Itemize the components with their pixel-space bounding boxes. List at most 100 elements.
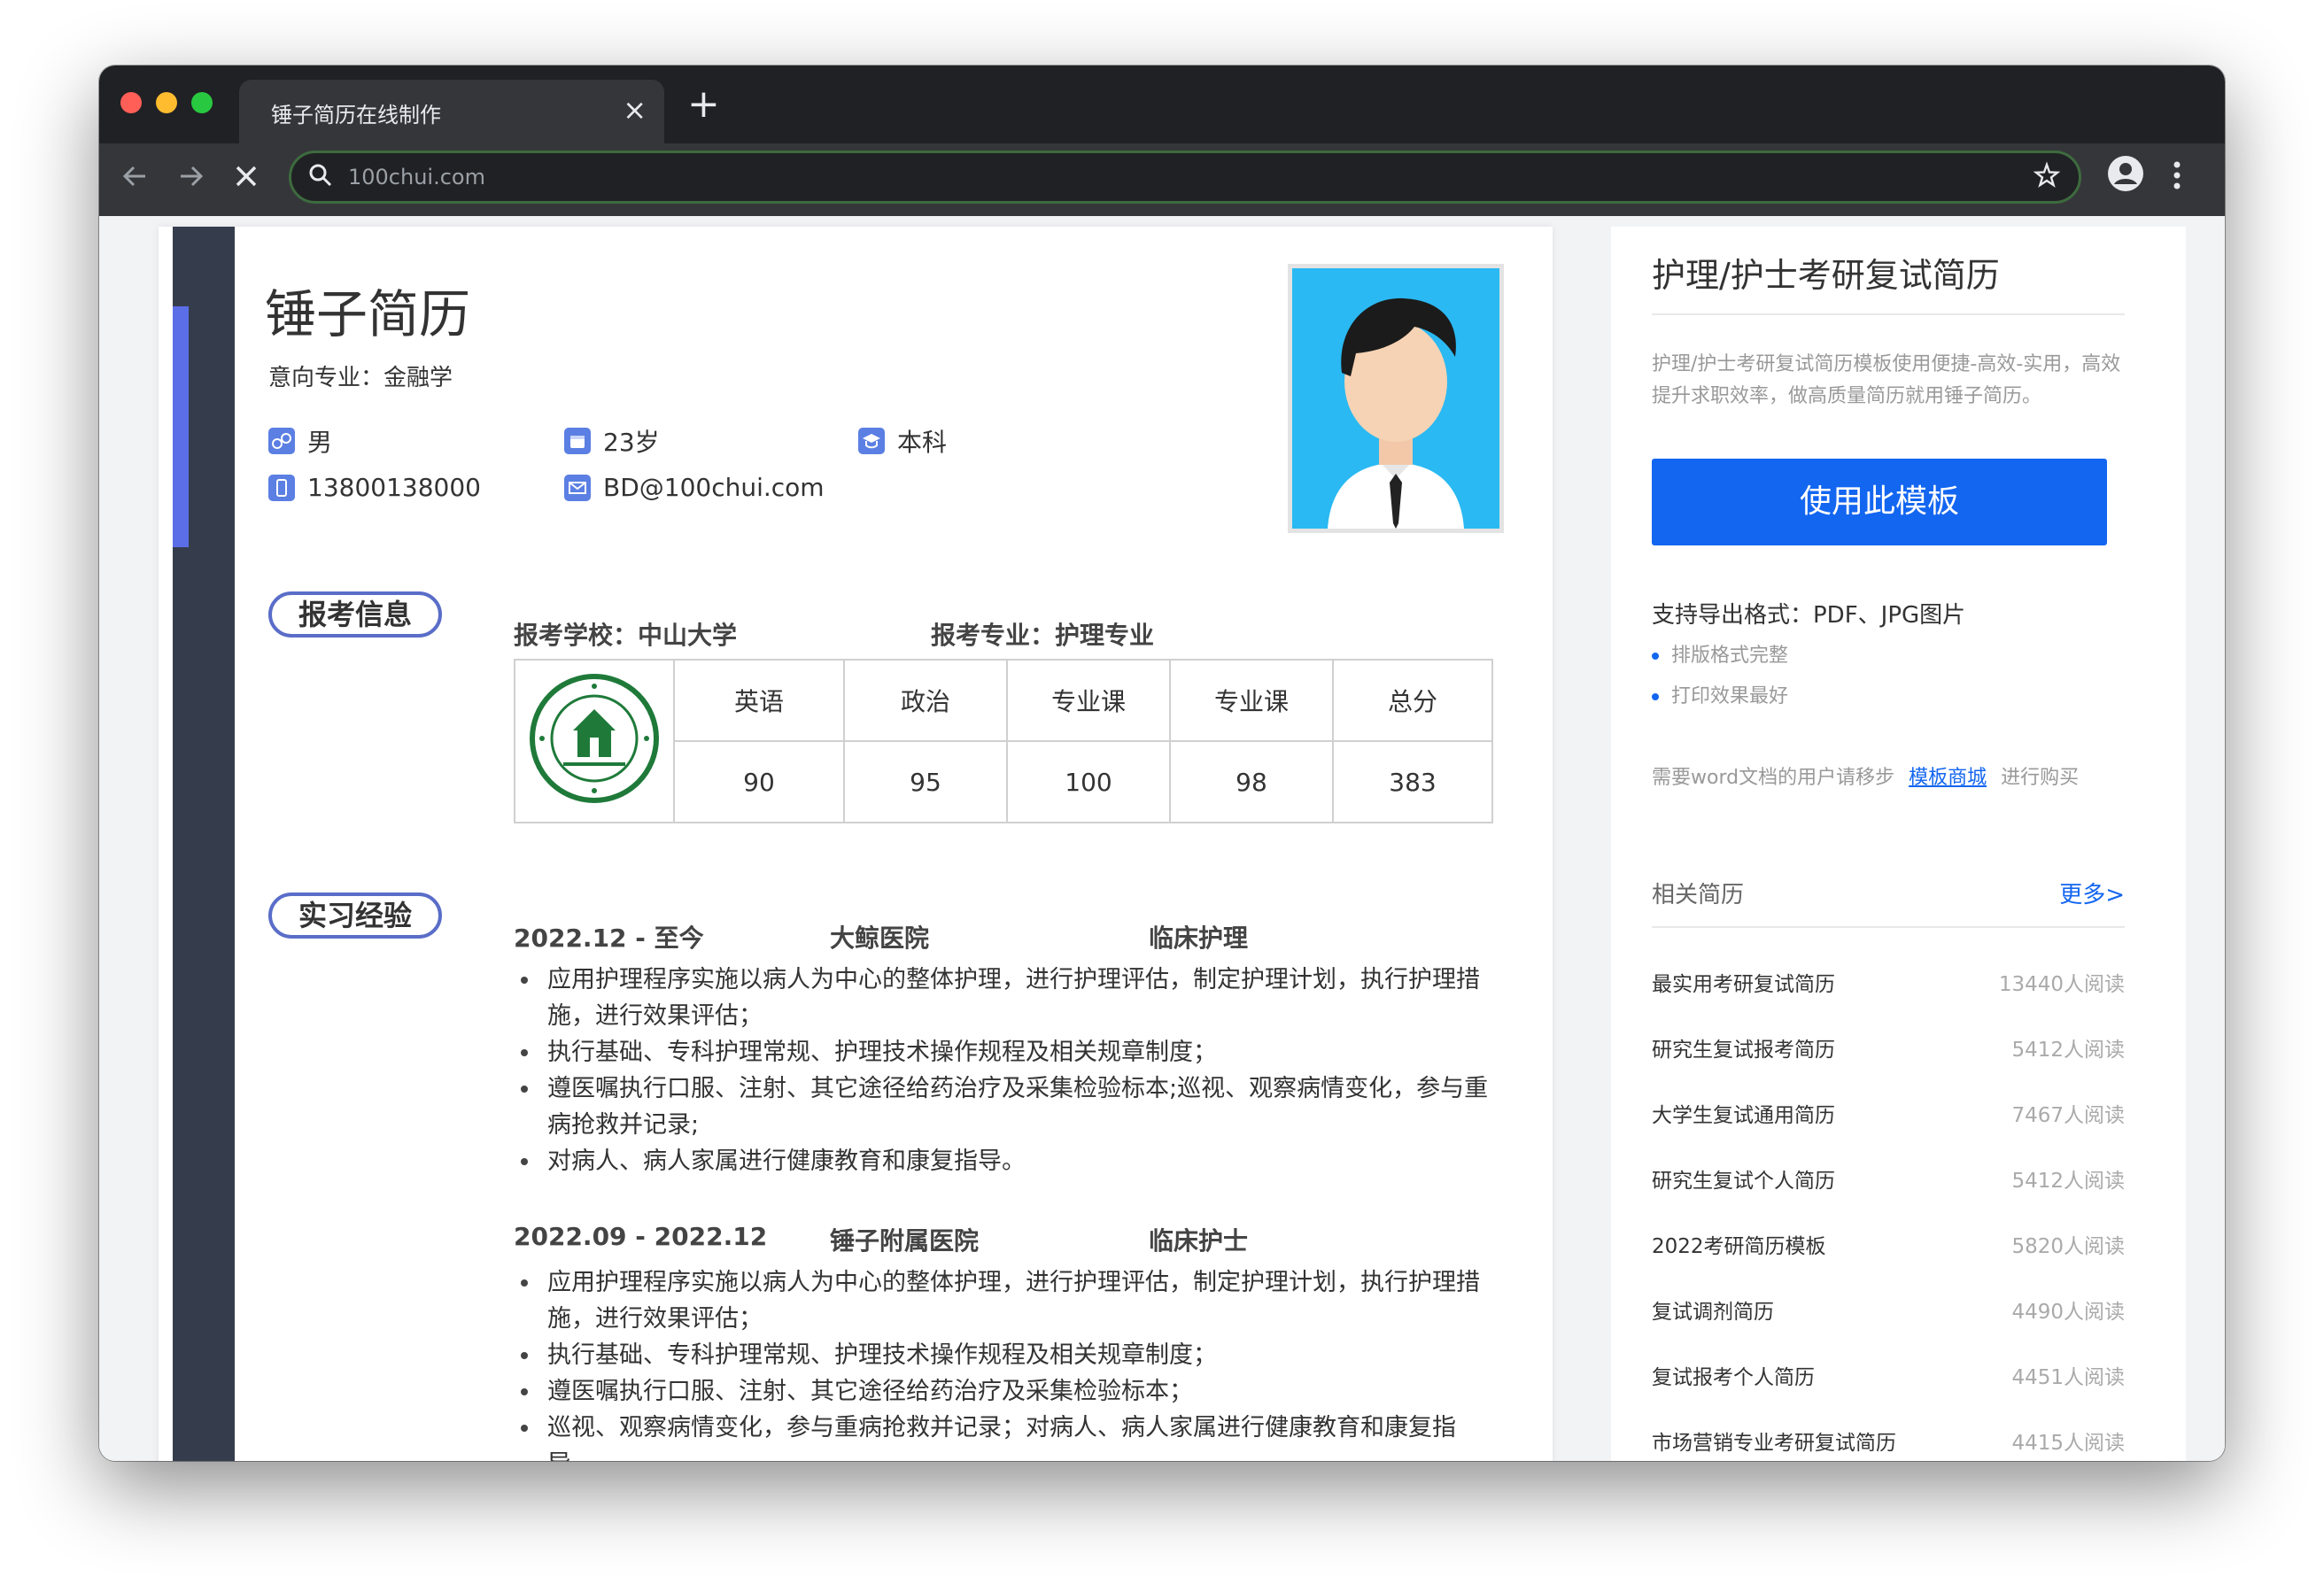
address-bar[interactable]: 100chui.com — [289, 151, 2081, 204]
related-item-title[interactable]: 2022考研简历模板 — [1652, 1229, 1826, 1259]
section-title-exam: 报考信息 — [268, 591, 442, 638]
export-formats: 支持导出格式：PDF、JPG图片 — [1652, 602, 1966, 629]
related-item-reads: 13440人阅读 — [1998, 973, 2125, 996]
score-header-major2: 专业课 — [1169, 659, 1334, 742]
gender-text: 男 — [307, 428, 333, 457]
experience-header: 2022.09 - 2022.12 — [514, 1222, 767, 1251]
use-template-button[interactable]: 使用此模板 — [1652, 459, 2107, 545]
related-item-title[interactable]: 研究生复试报考简历 — [1652, 1032, 1835, 1063]
search-icon — [307, 162, 334, 192]
score-header-major1: 专业课 — [1006, 659, 1171, 742]
exam-school: 报考学校：中山大学 — [514, 621, 738, 650]
profile-photo — [1288, 264, 1504, 533]
score-major2: 98 — [1169, 740, 1334, 823]
related-item-reads: 5412人阅读 — [2011, 1170, 2125, 1193]
bookmark-star-icon[interactable] — [2033, 158, 2061, 202]
url-text[interactable]: 100chui.com — [348, 165, 485, 189]
info-degree: 本科 — [858, 423, 947, 459]
info-gender: 男 — [268, 423, 332, 459]
related-item[interactable]: 大学生复试通用简历 7467人阅读 — [1652, 1098, 2125, 1133]
related-item[interactable]: 市场营销专业考研复试简历 4415人阅读 — [1652, 1426, 2125, 1461]
list-item: 巡视、观察病情变化，参与重病抢救并记录；对病人、病人家属进行健康教育和康复指导。 — [514, 1410, 1497, 1461]
list-item: 应用护理程序实施以病人为中心的整体护理，进行护理评估，制定护理计划，执行护理措施… — [514, 962, 1497, 1034]
divider — [1652, 926, 2125, 928]
divider — [1652, 313, 2125, 315]
stop-loading-icon[interactable] — [232, 156, 260, 205]
related-item[interactable]: 最实用考研复试简历 13440人阅读 — [1652, 967, 2125, 1002]
minimize-window-button[interactable] — [156, 92, 177, 113]
degree-text: 本科 — [897, 428, 948, 457]
related-item[interactable]: 复试报考个人简历 4451人阅读 — [1652, 1360, 2125, 1395]
experience-duties: 应用护理程序实施以病人为中心的整体护理，进行护理评估，制定护理计划，执行护理措施… — [514, 1264, 1497, 1461]
experience-org: 锤子附属医院 — [830, 1226, 980, 1256]
experience-org: 大鲸医院 — [830, 924, 930, 953]
score-header-english: 英语 — [673, 659, 845, 742]
related-title: 相关简历 — [1652, 882, 1745, 908]
list-item: 遵医嘱执行口服、注射、其它途径给药治疗及采集检验标本;巡视、观察病情变化，参与重… — [514, 1070, 1497, 1143]
experience-duties: 应用护理程序实施以病人为中心的整体护理，进行护理评估，制定护理计划，执行护理措施… — [514, 962, 1497, 1179]
more-link[interactable]: 更多> — [2059, 877, 2125, 909]
experience-period: 2022.09 - 2022.12 — [514, 1222, 768, 1251]
related-item[interactable]: 研究生复试个人简历 5412人阅读 — [1652, 1163, 2125, 1199]
score-table: 英语 政治 专业课 专业课 总分 90 95 100 98 383 — [514, 659, 1493, 823]
score-major1: 100 — [1006, 740, 1171, 823]
template-sidebar: 护理/护士考研复试简历 护理/护士考研复试简历模板使用便捷-高效-实用，高效提升… — [1611, 227, 2186, 1461]
phone-icon — [268, 474, 295, 501]
experience-period: 2022.12 - 至今 — [514, 924, 704, 953]
related-item[interactable]: 研究生复试报考简历 5412人阅读 — [1652, 1032, 2125, 1068]
related-item-reads: 5820人阅读 — [2011, 1235, 2125, 1258]
list-item: 应用护理程序实施以病人为中心的整体护理，进行护理评估，制定护理计划，执行护理措施… — [514, 1264, 1497, 1337]
browser-menu-icon[interactable] — [2172, 158, 2182, 202]
score-english: 90 — [673, 740, 845, 823]
related-item-title[interactable]: 复试调剂简历 — [1652, 1294, 1774, 1325]
list-item: 对病人、病人家属进行健康教育和康复指导。 — [514, 1143, 1497, 1179]
university-logo-icon — [530, 673, 659, 803]
info-phone: 13800138000 — [268, 473, 481, 502]
related-item-title[interactable]: 复试报考个人简历 — [1652, 1360, 1815, 1390]
related-item[interactable]: 2022考研简历模板 5820人阅读 — [1652, 1229, 2125, 1264]
template-store-link[interactable]: 模板商城 — [1909, 767, 1987, 789]
maximize-window-button[interactable] — [191, 92, 213, 113]
list-item: 执行基础、专科护理常规、护理技术操作规程及相关规章制度； — [514, 1337, 1497, 1373]
browser-tab[interactable]: 锤子简历在线制作 × — [239, 80, 664, 143]
resume-preview: 锤子简历 意向专业：金融学 男 23岁 本科 13800138000 BD@10… — [159, 227, 1553, 1461]
feature-item: 打印效果最好 — [1652, 680, 1788, 708]
calendar-icon — [564, 428, 591, 454]
resume-major: 意向专业：金融学 — [268, 365, 453, 391]
forward-icon[interactable] — [177, 156, 205, 205]
score-header-politics: 政治 — [843, 659, 1008, 742]
tab-title: 锤子简历在线制作 — [271, 103, 441, 128]
list-item: 遵医嘱执行口服、注射、其它途径给药治疗及采集检验标本； — [514, 1373, 1497, 1410]
new-tab-button[interactable]: + — [687, 85, 720, 124]
related-item-title[interactable]: 研究生复试个人简历 — [1652, 1163, 1835, 1194]
score-total: 383 — [1332, 740, 1493, 823]
gender-icon — [268, 428, 295, 454]
related-item-reads: 4451人阅读 — [2011, 1366, 2125, 1389]
related-item-reads: 5412人阅读 — [2011, 1039, 2125, 1062]
feature-item: 排版格式完整 — [1652, 639, 1788, 668]
experience-header: 2022.12 - 至今 — [514, 919, 704, 954]
related-item-title[interactable]: 大学生复试通用简历 — [1652, 1098, 1835, 1128]
tab-close-icon[interactable]: × — [623, 94, 647, 126]
word-note: 需要word文档的用户请移步 模板商城 进行购买 — [1652, 761, 2079, 790]
word-note-suffix: 进行购买 — [2001, 767, 2080, 789]
related-item-reads: 4415人阅读 — [2011, 1432, 2125, 1455]
phone-text: 13800138000 — [307, 473, 481, 502]
profile-avatar-icon[interactable] — [2106, 154, 2145, 202]
table-row: 英语 政治 专业课 专业课 总分 — [514, 659, 1493, 823]
related-item[interactable]: 复试调剂简历 4490人阅读 — [1652, 1294, 2125, 1330]
back-icon[interactable] — [120, 156, 149, 205]
email-icon — [564, 474, 591, 501]
graduation-cap-icon — [858, 428, 885, 454]
list-item: 执行基础、专科护理常规、护理技术操作规程及相关规章制度； — [514, 1034, 1497, 1070]
experience-role: 临床护理 — [1149, 924, 1249, 953]
close-window-button[interactable] — [120, 92, 142, 113]
info-age: 23岁 — [564, 423, 660, 459]
browser-toolbar: 100chui.com — [99, 143, 2225, 216]
browser-window: 锤子简历在线制作 × + 100chui.com 锤子简历 意向专业：金融学 男… — [99, 66, 2225, 1461]
related-item-title[interactable]: 最实用考研复试简历 — [1652, 967, 1835, 997]
related-item-title[interactable]: 市场营销专业考研复试简历 — [1652, 1426, 1896, 1456]
related-item-reads: 7467人阅读 — [2011, 1104, 2125, 1127]
template-description: 护理/护士考研复试简历模板使用便捷-高效-实用，高效提升求职效率，做高质量简历就… — [1652, 353, 2121, 407]
experience-role: 临床护士 — [1149, 1226, 1249, 1256]
